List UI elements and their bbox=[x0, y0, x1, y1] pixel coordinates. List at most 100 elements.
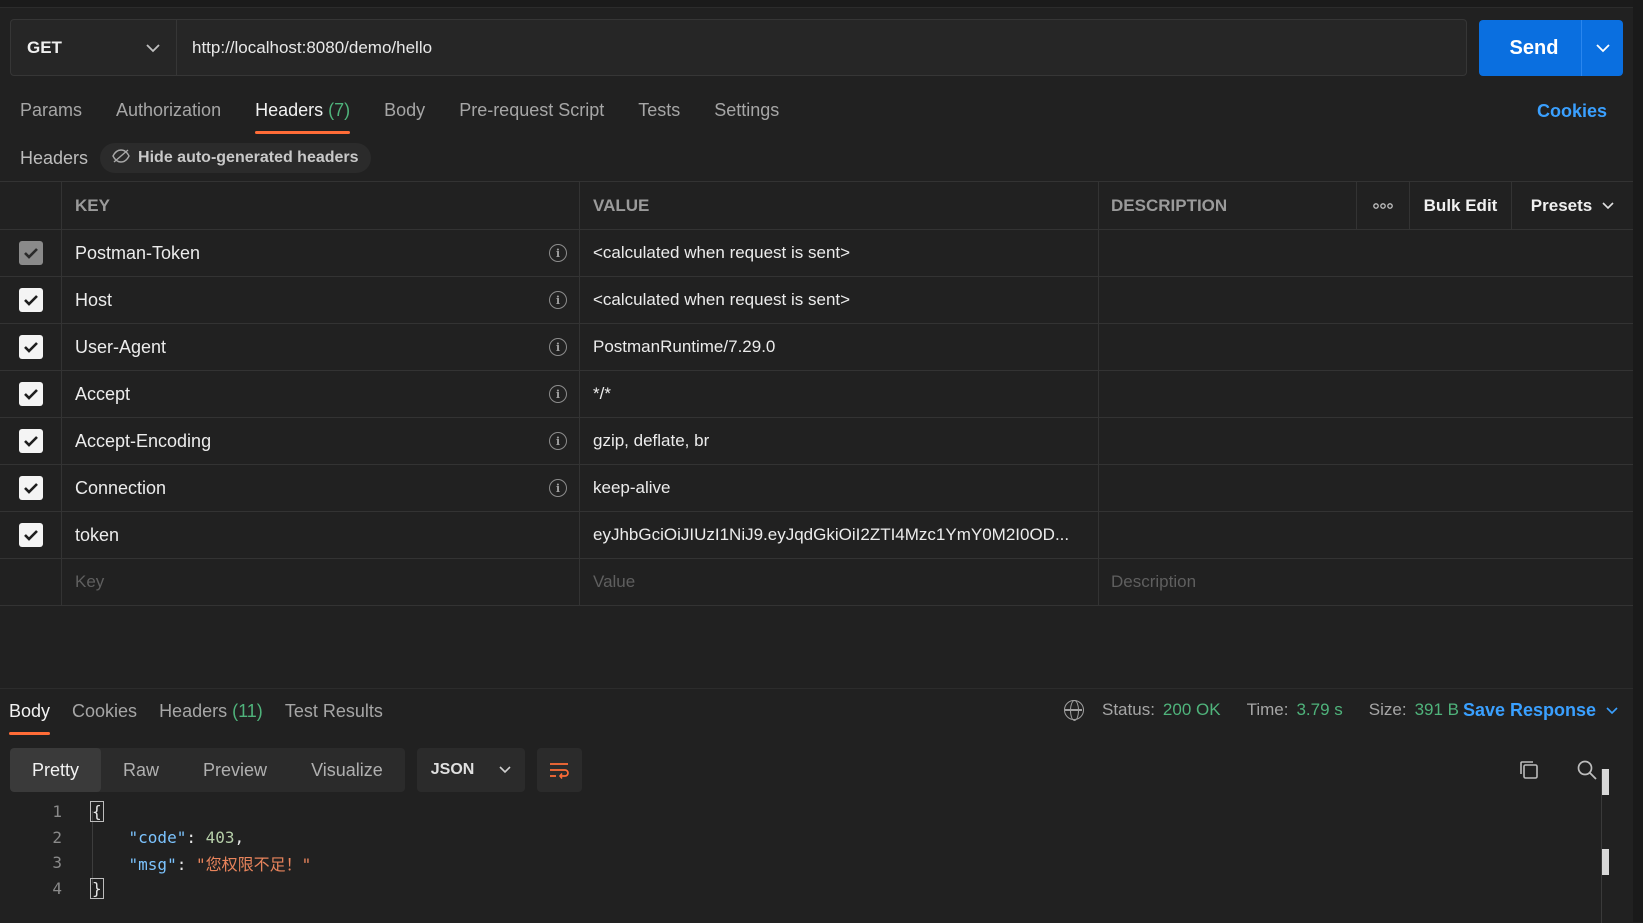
presets-dropdown[interactable]: Presets bbox=[1512, 182, 1633, 229]
value-cell[interactable]: keep-alive bbox=[580, 465, 1099, 511]
method-label: GET bbox=[27, 37, 62, 57]
line-number: 2 bbox=[52, 827, 62, 847]
col-description: DESCRIPTION bbox=[1099, 182, 1357, 229]
table-row: User-Agent i PostmanRuntime/7.29.0 bbox=[0, 324, 1633, 371]
window-scrollbar[interactable] bbox=[1633, 0, 1643, 922]
tab-params[interactable]: Params bbox=[20, 98, 82, 134]
tab-headers[interactable]: Headers (7) bbox=[255, 98, 351, 134]
checkbox[interactable] bbox=[18, 241, 43, 265]
description-cell[interactable] bbox=[1099, 465, 1633, 511]
tab-pre-request-script[interactable]: Pre-request Script bbox=[459, 98, 604, 134]
description-input[interactable]: Description bbox=[1099, 559, 1633, 605]
view-raw[interactable]: Raw bbox=[101, 748, 181, 792]
time-value[interactable]: 3.79 s bbox=[1296, 700, 1342, 720]
json-string: "您权限不足！" bbox=[195, 854, 312, 874]
send-label: Send bbox=[1509, 36, 1559, 59]
search-icon[interactable] bbox=[1576, 759, 1598, 786]
response-pane: Body Cookies Headers (11) Test Results S… bbox=[0, 688, 1633, 923]
info-icon[interactable]: i bbox=[549, 432, 567, 450]
description-cell[interactable] bbox=[1099, 277, 1633, 323]
description-cell[interactable] bbox=[1099, 230, 1633, 276]
value-cell[interactable]: <calculated when request is sent> bbox=[580, 230, 1099, 276]
view-pretty[interactable]: Pretty bbox=[10, 748, 102, 792]
save-response-button[interactable]: Save Response bbox=[1463, 700, 1618, 721]
cookies-link[interactable]: Cookies bbox=[1537, 101, 1607, 122]
info-icon[interactable]: i bbox=[549, 338, 567, 356]
send-button[interactable]: Send bbox=[1479, 20, 1623, 76]
info-icon[interactable]: i bbox=[549, 479, 567, 497]
table-row: Accept-Encoding i gzip, deflate, br bbox=[0, 418, 1633, 465]
eye-off-icon bbox=[112, 148, 130, 168]
line-number: 3 bbox=[52, 853, 62, 873]
headers-table: KEY VALUE DESCRIPTION Bulk Edit Presets … bbox=[0, 181, 1633, 606]
scroll-marker bbox=[1602, 849, 1609, 875]
description-cell[interactable] bbox=[1099, 371, 1633, 417]
header-value: PostmanRuntime/7.29.0 bbox=[593, 337, 776, 356]
url-text: http://localhost:8080/demo/hello bbox=[192, 37, 433, 57]
header-key: Accept bbox=[75, 383, 131, 404]
key-cell[interactable]: Accept-Encoding i bbox=[62, 418, 580, 464]
value-cell[interactable]: eyJhbGciOiJIUzI1NiJ9.eyJqdGkiOiI2ZTI4Mzc… bbox=[580, 512, 1099, 558]
bulk-edit-button[interactable]: Bulk Edit bbox=[1410, 182, 1512, 229]
info-icon[interactable]: i bbox=[549, 291, 567, 309]
description-cell[interactable] bbox=[1099, 512, 1633, 558]
tab-response-headers[interactable]: Headers (11) bbox=[159, 699, 263, 735]
header-key: token bbox=[75, 524, 120, 545]
method-select[interactable]: GET bbox=[11, 20, 177, 75]
key-cell[interactable]: Connection i bbox=[62, 465, 580, 511]
header-value: <calculated when request is sent> bbox=[593, 243, 851, 262]
info-icon[interactable]: i bbox=[549, 244, 567, 262]
format-select[interactable]: JSON bbox=[416, 748, 525, 792]
checkbox[interactable] bbox=[18, 288, 43, 312]
checkbox[interactable] bbox=[18, 429, 43, 453]
hide-auto-headers-button[interactable]: Hide auto-generated headers bbox=[100, 143, 371, 173]
key-cell[interactable]: User-Agent i bbox=[62, 324, 580, 370]
header-key: Host bbox=[75, 289, 113, 310]
checkbox[interactable] bbox=[18, 382, 43, 406]
chevron-down-icon bbox=[1606, 706, 1618, 714]
tab-count: (11) bbox=[232, 701, 263, 721]
value-cell[interactable]: <calculated when request is sent> bbox=[580, 277, 1099, 323]
url-input[interactable]: http://localhost:8080/demo/hello bbox=[177, 20, 1466, 75]
wrap-lines-icon bbox=[550, 763, 570, 779]
tab-body[interactable]: Body bbox=[384, 98, 425, 134]
key-placeholder: Key bbox=[75, 572, 105, 591]
tab-response-cookies[interactable]: Cookies bbox=[72, 699, 137, 735]
value-input[interactable]: Value bbox=[580, 559, 1099, 605]
checkbox[interactable] bbox=[18, 335, 43, 359]
table-row: Postman-Token i <calculated when request … bbox=[0, 230, 1633, 277]
wrap-lines-button[interactable] bbox=[536, 748, 582, 792]
description-cell[interactable] bbox=[1099, 418, 1633, 464]
tab-response-body[interactable]: Body bbox=[9, 699, 51, 735]
info-icon[interactable]: i bbox=[549, 385, 567, 403]
key-cell[interactable]: Accept i bbox=[62, 371, 580, 417]
tab-label: Body bbox=[9, 701, 51, 721]
tab-tests[interactable]: Tests bbox=[638, 98, 680, 134]
size-value[interactable]: 391 B bbox=[1415, 700, 1459, 720]
view-visualize[interactable]: Visualize bbox=[289, 748, 405, 792]
more-options-icon[interactable] bbox=[1357, 182, 1410, 229]
code-scrollbar[interactable] bbox=[1601, 769, 1610, 923]
checkbox[interactable] bbox=[18, 523, 43, 547]
value-cell[interactable]: */* bbox=[580, 371, 1099, 417]
globe-icon[interactable] bbox=[1064, 700, 1084, 721]
key-cell[interactable]: Host i bbox=[62, 277, 580, 323]
value-cell[interactable]: PostmanRuntime/7.29.0 bbox=[580, 324, 1099, 370]
view-preview[interactable]: Preview bbox=[181, 748, 289, 792]
tab-label: Tests bbox=[638, 100, 681, 120]
key-cell[interactable]: Postman-Token i bbox=[62, 230, 580, 276]
tab-authorization[interactable]: Authorization bbox=[116, 98, 221, 134]
tab-settings[interactable]: Settings bbox=[714, 98, 779, 134]
tab-test-results[interactable]: Test Results bbox=[285, 699, 383, 735]
copy-icon[interactable] bbox=[1518, 759, 1540, 786]
description-cell[interactable] bbox=[1099, 324, 1633, 370]
status-value[interactable]: 200 OK bbox=[1163, 700, 1221, 720]
checkbox[interactable] bbox=[18, 476, 43, 500]
send-dropdown[interactable] bbox=[1582, 43, 1623, 53]
key-cell[interactable]: token bbox=[62, 512, 580, 558]
header-key: Postman-Token bbox=[75, 242, 201, 263]
key-input[interactable]: Key bbox=[62, 559, 580, 605]
response-body-code[interactable]: 1{ 2 "code": 403, 3 "msg": "您权限不足！" 4} bbox=[0, 799, 1600, 901]
response-tabs: Body Cookies Headers (11) Test Results bbox=[9, 699, 383, 735]
value-cell[interactable]: gzip, deflate, br bbox=[580, 418, 1099, 464]
